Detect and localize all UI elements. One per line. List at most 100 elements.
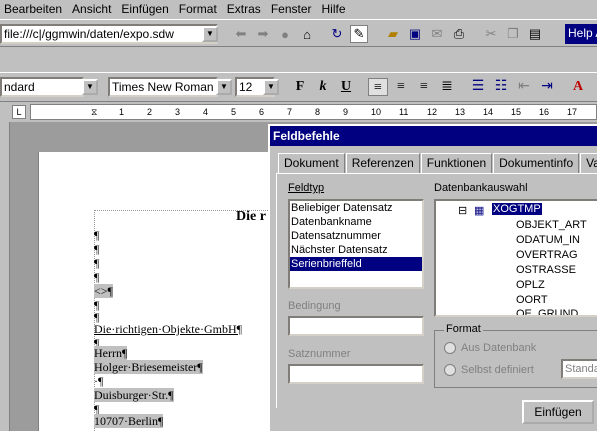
- ruler-tick: 5: [231, 107, 237, 117]
- salutation-field[interactable]: Herrn¶: [94, 346, 128, 360]
- table-icon: ▦: [474, 205, 485, 217]
- ruler-tick: 9: [343, 107, 349, 117]
- paragraph-style-select[interactable]: ndard: [0, 77, 84, 97]
- numbering-icon[interactable]: ☰: [468, 78, 488, 96]
- forward-icon[interactable]: ➡: [254, 25, 272, 43]
- list-item-selected[interactable]: Serienbrieffeld: [290, 257, 422, 271]
- paragraph-mark: ¶: [94, 242, 100, 256]
- ruler-tick: 13: [455, 107, 466, 117]
- decrease-indent-icon[interactable]: ⇤: [514, 78, 534, 96]
- tree-node[interactable]: OE_GRUND: [516, 308, 578, 315]
- collapse-icon[interactable]: ⊟: [458, 204, 467, 217]
- tab-type-icon[interactable]: L: [12, 105, 26, 119]
- open-folder-icon[interactable]: ▰: [384, 25, 402, 43]
- ruler-tick: 6: [259, 107, 265, 117]
- size-dropdown-icon[interactable]: ▼: [263, 79, 279, 95]
- feldtyp-label: Feldtyp: [288, 182, 325, 194]
- company-line: Die·richtigen·Objekte·GmbH¶: [94, 322, 243, 336]
- city-field[interactable]: 10707·Berlin¶: [94, 414, 164, 428]
- align-left-icon[interactable]: ≡: [368, 78, 388, 96]
- tree-node-root[interactable]: XOGTMP: [492, 203, 542, 215]
- stop-icon[interactable]: ●: [276, 25, 294, 43]
- ruler-marker: ⧖: [91, 107, 98, 117]
- bullets-icon[interactable]: ☷: [491, 78, 511, 96]
- edit-file-icon[interactable]: ✎: [350, 25, 368, 43]
- tree-node[interactable]: OORT: [516, 294, 548, 306]
- tree-node[interactable]: OVERTRAG: [516, 249, 578, 261]
- horizontal-ruler[interactable]: ⧖ 1 2 3 4 5 6 7 8 9 10 11 12 13 14 15 16…: [30, 104, 597, 120]
- bedingung-input[interactable]: [288, 316, 424, 336]
- align-right-icon[interactable]: ≡: [414, 78, 434, 96]
- menu-extras[interactable]: Extras: [227, 2, 261, 16]
- refresh-icon[interactable]: ↻: [328, 25, 346, 43]
- paragraph-mark: ¶: [94, 256, 100, 270]
- ruler-tick: 4: [203, 107, 209, 117]
- list-item[interactable]: Datenbankname: [290, 215, 422, 229]
- copy-icon[interactable]: ❐: [504, 25, 522, 43]
- cut-icon[interactable]: ✂: [482, 25, 500, 43]
- tab-dokumentinfo[interactable]: Dokumentinfo: [493, 153, 580, 173]
- underline-icon[interactable]: U: [336, 78, 356, 96]
- paragraph-mark: ¶: [94, 228, 100, 242]
- paste-icon[interactable]: ▤: [526, 25, 544, 43]
- url-input[interactable]: file:///c|/ggmwin/daten/expo.sdw: [0, 24, 218, 44]
- italic-icon[interactable]: k: [313, 78, 333, 96]
- menu-hilfe[interactable]: Hilfe: [322, 2, 346, 16]
- format-select[interactable]: Standa: [561, 359, 597, 379]
- ruler-tick: 7: [287, 107, 293, 117]
- list-item[interactable]: Datensatznummer: [290, 229, 422, 243]
- save-icon[interactable]: ▣: [406, 25, 424, 43]
- tree-node[interactable]: OBJEKT_ART: [516, 219, 587, 231]
- menu-ansicht[interactable]: Ansicht: [72, 2, 111, 16]
- ruler-tick: 15: [511, 107, 522, 117]
- menu-bearbeiten[interactable]: Bearbeiten: [4, 2, 62, 16]
- tree-node[interactable]: ODATUM_IN: [516, 234, 580, 246]
- list-item[interactable]: Nächster Datensatz: [290, 243, 422, 257]
- radio-from-db-label: Aus Datenbank: [461, 342, 537, 354]
- vertical-toolbar: [0, 122, 10, 431]
- font-name-select[interactable]: Times New Roman: [108, 77, 218, 97]
- font-color-icon[interactable]: A: [568, 78, 588, 96]
- menu-format[interactable]: Format: [179, 2, 217, 16]
- tree-node[interactable]: OPLZ: [516, 279, 545, 291]
- insert-button[interactable]: Einfügen: [522, 400, 594, 424]
- radio-user-defined[interactable]: [444, 364, 456, 376]
- back-icon[interactable]: ⬅: [232, 25, 250, 43]
- merge-field[interactable]: <>¶: [94, 284, 113, 298]
- feldtyp-list[interactable]: Beliebiger Datensatz Datenbankname Daten…: [288, 199, 424, 289]
- help-agent-button[interactable]: Help A: [565, 24, 597, 44]
- bedingung-label: Bedingung: [288, 300, 341, 312]
- object-toolbar: ndard ▼ Times New Roman ▼ 12 ▼ F k U ≡ ≡…: [0, 72, 597, 100]
- print-icon[interactable]: ⎙: [450, 25, 468, 43]
- ruler-tick: 10: [371, 107, 382, 117]
- ruler-tick: 16: [539, 107, 550, 117]
- ruler-tick: 3: [175, 107, 181, 117]
- tab-funktionen[interactable]: Funktionen: [420, 153, 493, 173]
- tab-referenzen[interactable]: Referenzen: [345, 153, 420, 173]
- mail-icon[interactable]: ✉: [428, 25, 446, 43]
- name-field[interactable]: Holger·Briesemeister¶: [94, 360, 203, 374]
- justify-icon[interactable]: ≣: [437, 78, 457, 96]
- satznummer-label: Satznummer: [288, 348, 351, 360]
- db-tree[interactable]: ⊟ ▦ XOGTMP OBJEKT_ART ODATUM_IN OVERTRAG…: [434, 199, 597, 317]
- increase-indent-icon[interactable]: ⇥: [537, 78, 557, 96]
- list-item[interactable]: Beliebiger Datensatz: [290, 201, 422, 215]
- radio-from-db[interactable]: [444, 342, 456, 354]
- font-dropdown-icon[interactable]: ▼: [216, 79, 232, 95]
- tree-node[interactable]: OSTRASSE: [516, 264, 576, 276]
- align-center-icon[interactable]: ≡: [391, 78, 411, 96]
- street-field[interactable]: Duisburger·Str.¶: [94, 388, 174, 402]
- home-icon[interactable]: ⌂: [298, 25, 316, 43]
- bold-icon[interactable]: F: [290, 78, 310, 96]
- db-label: Datenbankauswahl: [434, 182, 528, 194]
- tab-variablen[interactable]: Variab: [580, 153, 597, 173]
- style-dropdown-icon[interactable]: ▼: [82, 79, 98, 95]
- menu-fenster[interactable]: Fenster: [271, 2, 312, 16]
- tab-dokument[interactable]: Dokument: [278, 153, 345, 173]
- paragraph-mark: ·¶: [94, 374, 104, 388]
- fields-dialog: Feldbefehle Dokument Referenzen Funktion…: [268, 124, 597, 431]
- url-dropdown-icon[interactable]: ▼: [202, 26, 218, 42]
- satznummer-input[interactable]: [288, 364, 424, 384]
- menu-einfuegen[interactable]: Einfügen: [121, 2, 168, 16]
- ruler-tick: 17: [567, 107, 578, 117]
